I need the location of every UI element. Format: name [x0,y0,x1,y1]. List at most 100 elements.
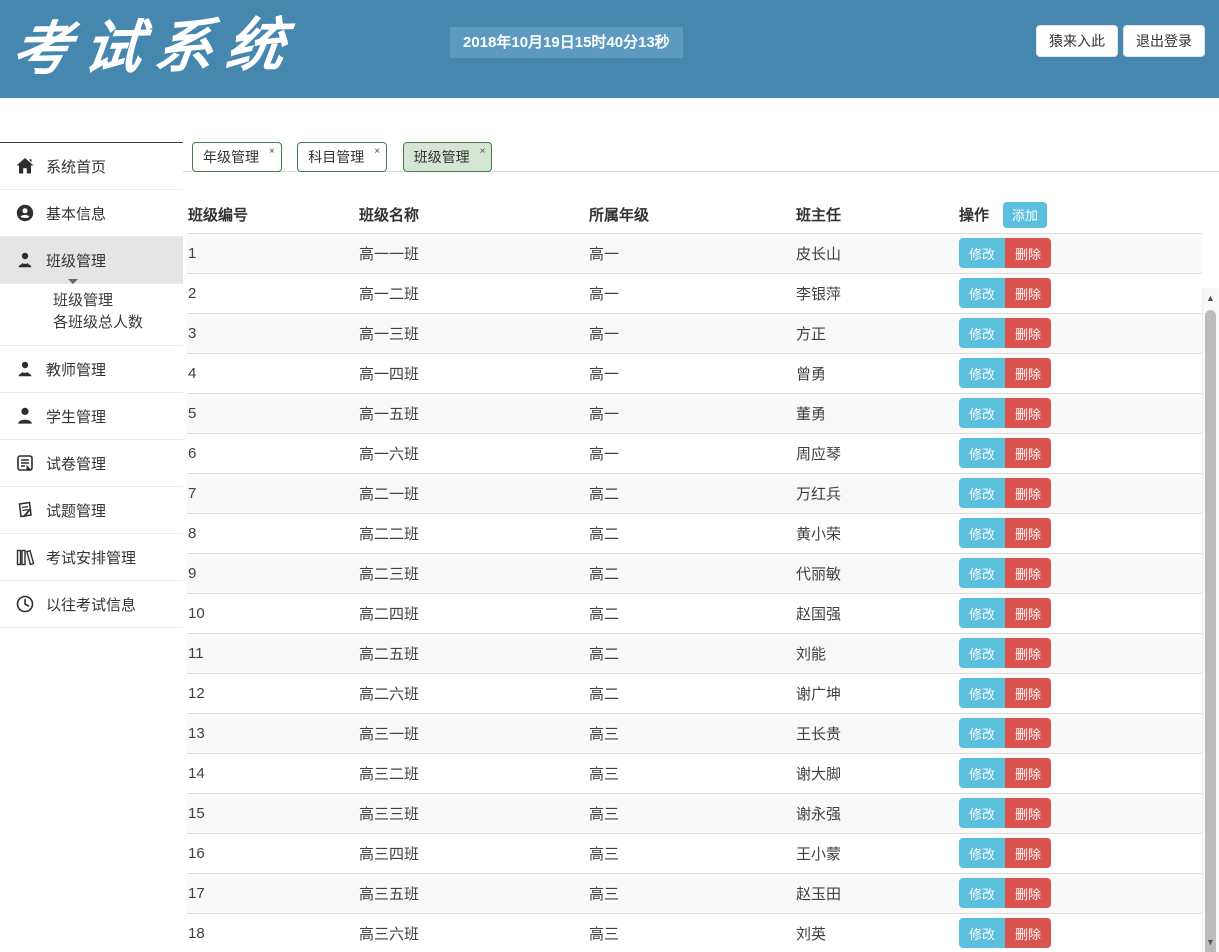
sidebar-item-exam-paper-management[interactable]: 试卷管理 [0,440,183,487]
edit-button[interactable]: 修改 [959,718,1005,748]
edit-button[interactable]: 修改 [959,758,1005,788]
edit-button[interactable]: 修改 [959,878,1005,908]
delete-button[interactable]: 删除 [1005,358,1051,388]
edit-button[interactable]: 修改 [959,598,1005,628]
row-actions: 修改 删除 [959,838,1051,868]
delete-button[interactable]: 删除 [1005,638,1051,668]
cell-class-name: 高三三班 [358,792,588,833]
vertical-scrollbar[interactable]: ▲ ▼ [1202,288,1218,952]
cell-teacher: 赵国强 [795,592,958,633]
row-actions: 修改 删除 [959,638,1051,668]
cell-grade: 高二 [588,472,795,513]
row-actions: 修改 删除 [959,478,1051,508]
edit-button[interactable]: 修改 [959,918,1005,949]
delete-button[interactable]: 删除 [1005,238,1051,268]
class-table: 班级编号 班级名称 所属年级 班主任 操作 添加 1 高一一班 高一 皮长山 修… [187,197,1202,952]
sidebar-item-basic-info[interactable]: 基本信息 [0,190,183,237]
logout-button[interactable]: 退出登录 [1123,25,1205,57]
cell-teacher: 谢大脚 [795,752,958,793]
delete-button[interactable]: 删除 [1005,518,1051,548]
sidebar-item-teacher-management[interactable]: 教师管理 [0,346,183,393]
edit-button[interactable]: 修改 [959,478,1005,508]
sidebar-item-question-management[interactable]: 试题管理 [0,487,183,534]
edit-button[interactable]: 修改 [959,438,1005,468]
edit-button[interactable]: 修改 [959,398,1005,428]
cell-class-id: 17 [187,872,358,913]
tab-grade-management[interactable]: 年级管理 × [192,142,282,172]
cell-grade: 高三 [588,792,795,833]
edit-button[interactable]: 修改 [959,238,1005,268]
table-row: 2 高一二班 高一 李银萍 修改 删除 [187,272,1202,313]
scroll-up-icon[interactable]: ▲ [1203,291,1218,305]
cell-class-id: 5 [187,392,358,433]
cell-class-id: 6 [187,432,358,473]
delete-button[interactable]: 删除 [1005,718,1051,748]
delete-button[interactable]: 删除 [1005,678,1051,708]
add-button[interactable]: 添加 [1003,201,1048,228]
yuan-lai-ru-ci-button[interactable]: 猿来入此 [1036,25,1118,57]
delete-button[interactable]: 删除 [1005,878,1051,908]
scroll-down-icon[interactable]: ▼ [1203,935,1218,949]
cell-class-id: 1 [187,232,358,273]
row-actions: 修改 删除 [959,358,1051,388]
cell-teacher: 周应琴 [795,432,958,473]
edit-button[interactable]: 修改 [959,318,1005,348]
close-icon[interactable]: × [374,147,380,157]
sidebar-item-exam-schedule-management[interactable]: 考试安排管理 [0,534,183,581]
cell-teacher: 皮长山 [795,232,958,273]
cell-class-id: 16 [187,832,358,873]
cell-class-id: 13 [187,712,358,753]
cell-teacher: 万红兵 [795,472,958,513]
cell-class-name: 高三二班 [358,752,588,793]
delete-button[interactable]: 删除 [1005,838,1051,868]
cell-teacher: 刘英 [795,912,958,952]
delete-button[interactable]: 删除 [1005,798,1051,828]
table-row: 12 高二六班 高二 谢广坤 修改 删除 [187,672,1202,713]
close-icon[interactable]: × [269,147,275,157]
cell-class-id: 3 [187,312,358,353]
sidebar-item-label: 教师管理 [46,361,107,379]
delete-button[interactable]: 删除 [1005,918,1051,949]
delete-button[interactable]: 删除 [1005,558,1051,588]
delete-button[interactable]: 删除 [1005,318,1051,348]
cell-class-name: 高三五班 [358,872,588,913]
edit-button[interactable]: 修改 [959,278,1005,308]
column-header-operation: 操作 [959,207,990,225]
tab-class-management[interactable]: 班级管理 × [402,142,493,172]
edit-button[interactable]: 修改 [959,638,1005,668]
cell-teacher: 曾勇 [795,352,958,393]
cell-class-id: 12 [187,672,358,713]
delete-button[interactable]: 删除 [1005,758,1051,788]
delete-button[interactable]: 删除 [1005,438,1051,468]
table-row: 14 高三二班 高三 谢大脚 修改 删除 [187,752,1202,793]
delete-button[interactable]: 删除 [1005,478,1051,508]
scrollbar-thumb[interactable] [1205,310,1216,952]
sidebar-item-student-management[interactable]: 学生管理 [0,393,183,440]
edit-button[interactable]: 修改 [959,358,1005,388]
cell-class-id: 9 [187,552,358,593]
cell-class-id: 14 [187,752,358,793]
sidebar-item-home[interactable]: 系统首页 [0,143,183,190]
submenu-item-class-totals[interactable]: 各班级总人数 [0,312,183,334]
cell-class-name: 高三六班 [358,912,588,952]
cell-grade: 高二 [588,512,795,553]
class-table-body: 1 高一一班 高一 皮长山 修改 删除 2 高一二班 高一 李银萍 修改 删除 … [187,232,1202,952]
app-header: 考试系统 2018年10月19日15时40分13秒 猿来入此 退出登录 [0,0,1219,98]
cell-grade: 高二 [588,632,795,673]
submenu-item-class-management[interactable]: 班级管理 [0,290,183,312]
delete-button[interactable]: 删除 [1005,278,1051,308]
delete-button[interactable]: 删除 [1005,398,1051,428]
cell-class-name: 高一二班 [358,272,588,313]
table-row: 16 高三四班 高三 王小蒙 修改 删除 [187,832,1202,873]
sidebar-item-past-exam-info[interactable]: 以往考试信息 [0,581,183,628]
tab-subject-management[interactable]: 科目管理 × [297,142,388,172]
edit-button[interactable]: 修改 [959,558,1005,588]
close-icon[interactable]: × [480,147,486,157]
sidebar-item-class-management[interactable]: 班级管理 [0,237,183,284]
edit-button[interactable]: 修改 [959,678,1005,708]
edit-button[interactable]: 修改 [959,798,1005,828]
delete-button[interactable]: 删除 [1005,598,1051,628]
edit-button[interactable]: 修改 [959,518,1005,548]
edit-button[interactable]: 修改 [959,838,1005,868]
table-header-row: 班级编号 班级名称 所属年级 班主任 操作 添加 [187,197,1202,233]
